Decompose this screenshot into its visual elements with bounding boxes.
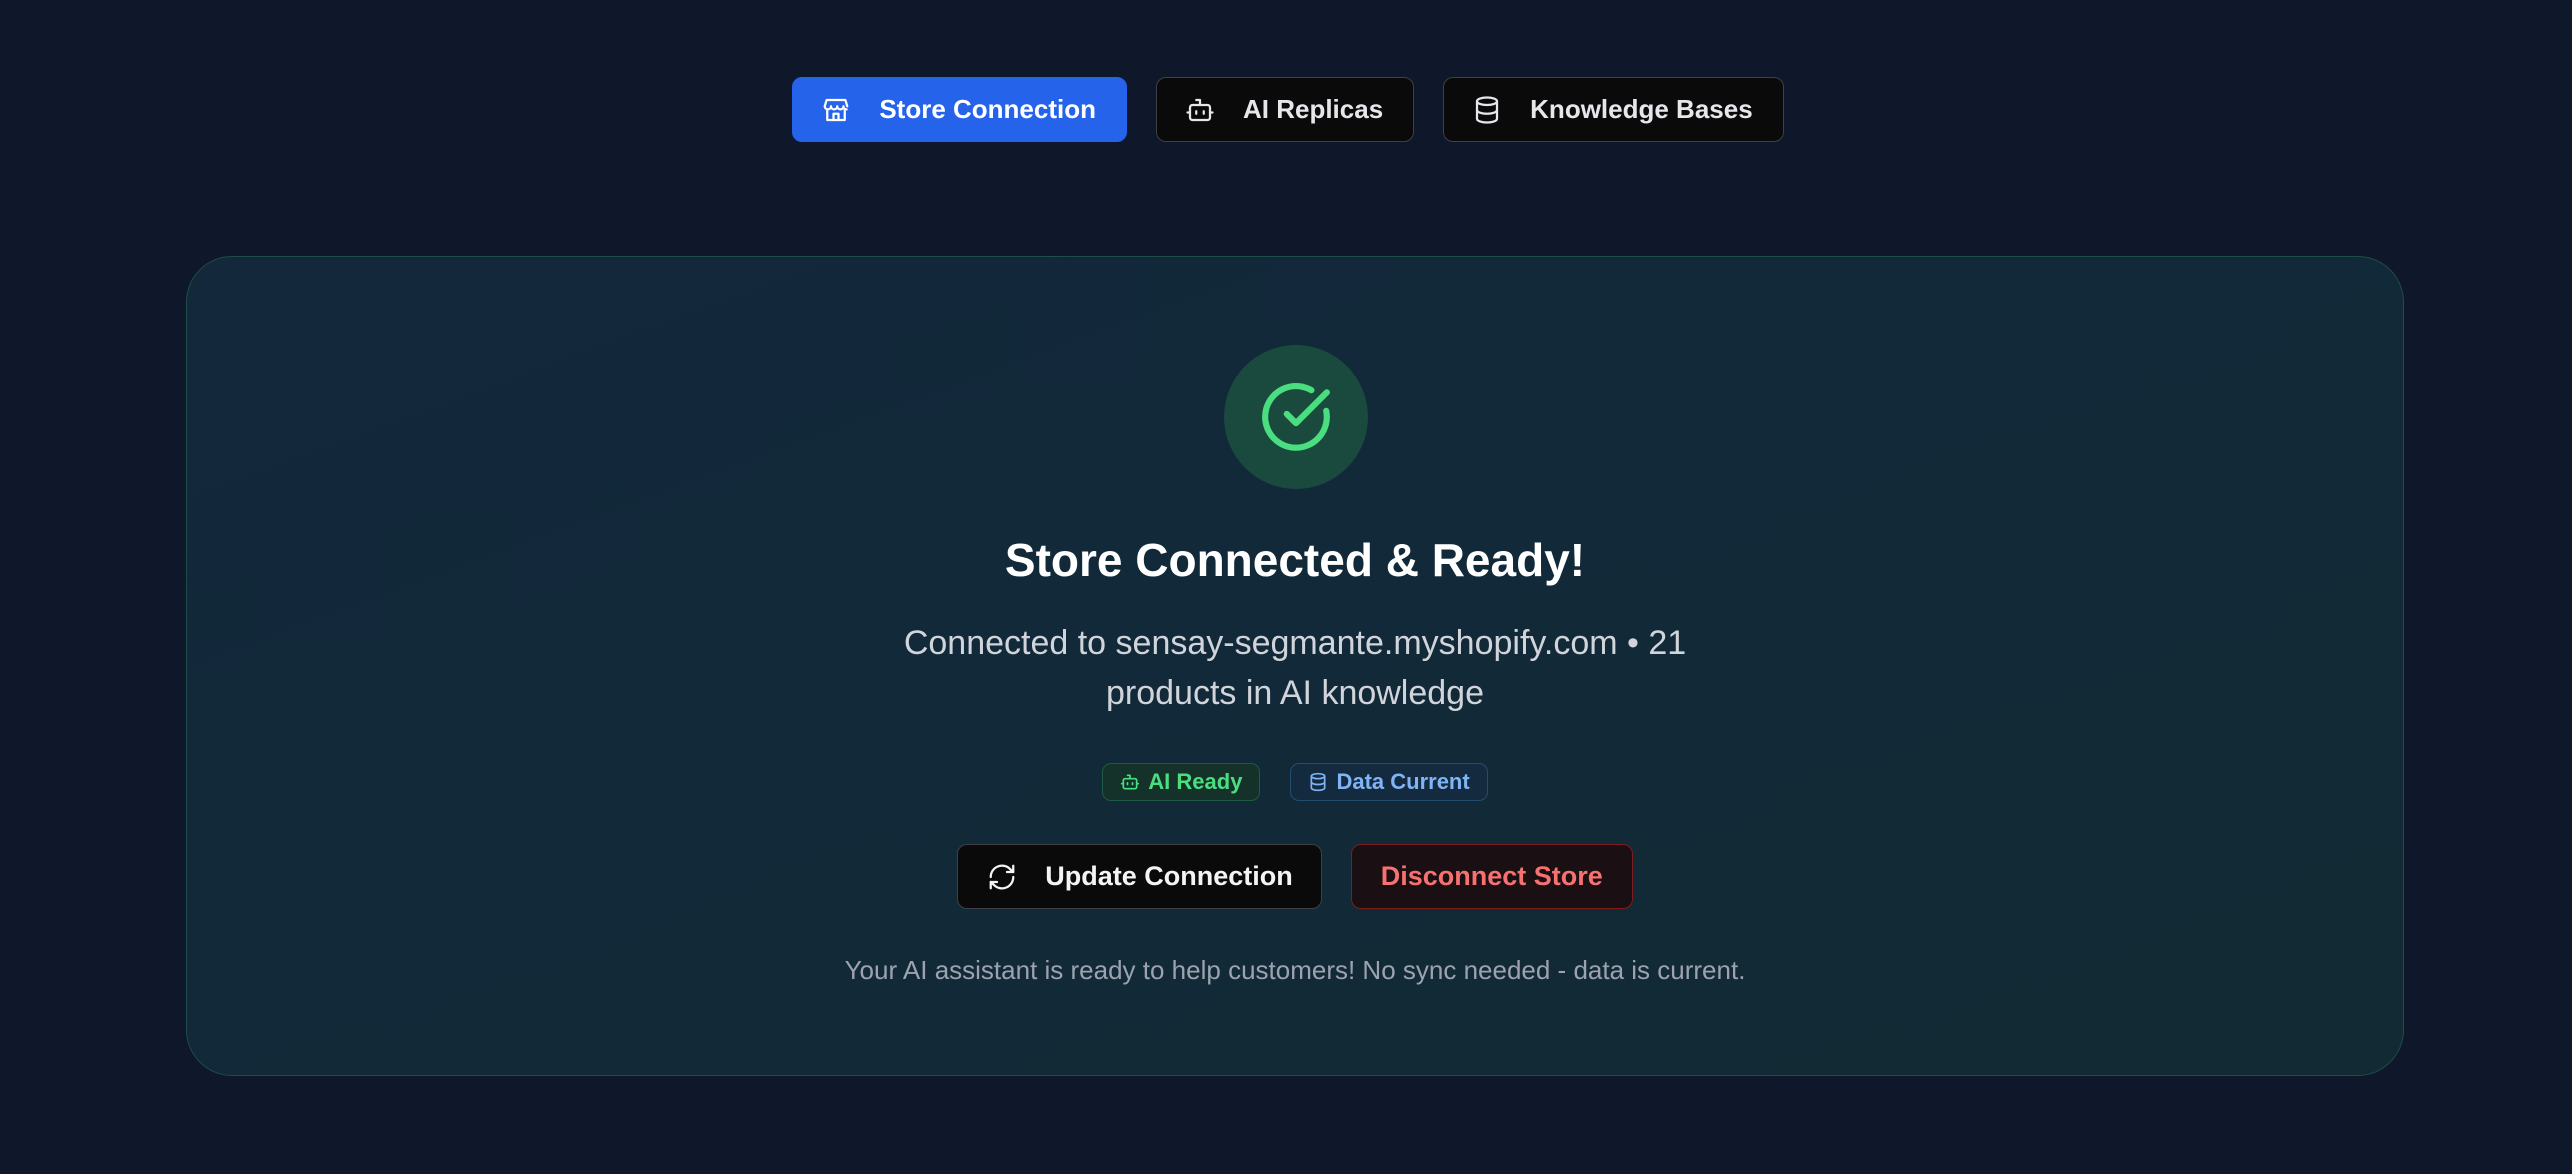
button-label: Disconnect Store — [1380, 861, 1603, 891]
connection-status-card: Store Connected & Ready! Connected to se… — [186, 256, 2404, 1076]
bot-icon — [1185, 95, 1215, 125]
tab-label: Knowledge Bases — [1530, 94, 1753, 124]
status-title: Store Connected & Ready! — [1004, 534, 1586, 586]
status-footnote: Your AI assistant is ready to help custo… — [844, 955, 1746, 985]
refresh-icon — [989, 864, 1015, 889]
bot-icon — [1121, 774, 1140, 790]
disconnect-store-button[interactable]: Disconnect Store — [1350, 844, 1633, 909]
status-badges: AI Ready Data Current — [187, 763, 2403, 801]
ai-ready-badge: AI Ready — [1102, 763, 1261, 801]
button-label: Update Connection — [1045, 861, 1293, 891]
tab-label: AI Replicas — [1242, 94, 1384, 124]
tab-store-connection[interactable]: Store Connection — [792, 77, 1127, 142]
check-circle-icon — [1262, 383, 1330, 451]
database-icon — [1310, 772, 1326, 792]
status-subtitle: Connected to sensay-segmante.myshopify.c… — [903, 624, 1687, 712]
database-icon — [1472, 95, 1502, 125]
data-current-badge: Data Current — [1290, 763, 1488, 801]
action-buttons: Update Connection Disconnect Store — [187, 844, 2403, 909]
tab-knowledge-bases[interactable]: Knowledge Bases — [1443, 77, 1784, 142]
badge-label: AI Ready — [1148, 769, 1243, 794]
status-icon-badge — [1224, 345, 1368, 489]
tab-bar: Store Connection AI Replicas Knowledge B… — [0, 77, 2572, 142]
badge-label: Data Current — [1336, 769, 1470, 794]
tab-label: Store Connection — [879, 94, 1096, 124]
update-connection-button[interactable]: Update Connection — [957, 844, 1322, 909]
tab-ai-replicas[interactable]: AI Replicas — [1155, 77, 1415, 142]
store-icon — [821, 95, 851, 125]
